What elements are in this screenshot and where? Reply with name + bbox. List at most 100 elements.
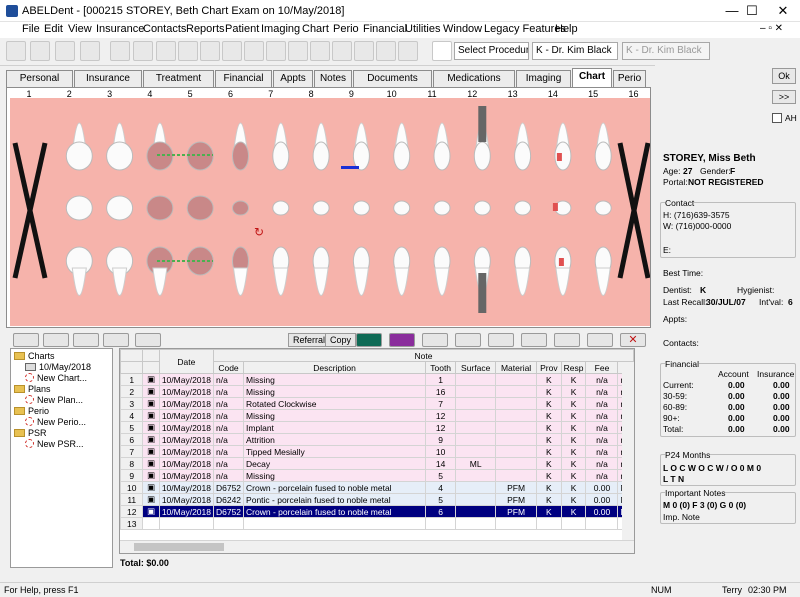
row-document-icon[interactable]: ▣	[142, 505, 160, 518]
row-number[interactable]: 2	[120, 385, 144, 398]
table-row[interactable]: 5▣10/May/2018n/aImplant12KKn/an	[120, 421, 634, 434]
tab-perio[interactable]: Perio	[613, 70, 646, 87]
column-header-material[interactable]: Material	[495, 361, 538, 374]
row-document-icon[interactable]: ▣	[142, 457, 160, 470]
menu-chart[interactable]: Chart	[302, 23, 329, 35]
row-document-icon[interactable]: ▣	[142, 493, 160, 506]
row-number[interactable]: 8	[120, 457, 144, 470]
tree-item-chart[interactable]: 10/May/2018	[25, 362, 91, 372]
tooth-number-7[interactable]: 7	[264, 89, 278, 99]
close-button[interactable]: ✕	[766, 0, 800, 22]
row-document-icon[interactable]: ▣	[142, 421, 160, 434]
procedure-grid[interactable]: Date Note Code Description Tooth Surface Mat…	[119, 348, 635, 554]
row-number[interactable]: 3	[120, 397, 144, 410]
tree-item-folder[interactable]: PSR	[14, 428, 47, 438]
tooth-number-12[interactable]: 12	[465, 89, 479, 99]
table-row[interactable]: 10 ▣ 10/May/2018 D6752 Crown - porcelain fus…	[120, 481, 634, 494]
edit-patient-icon[interactable]	[55, 41, 75, 61]
menu-reports[interactable]: Reports	[186, 23, 225, 35]
ah-checkbox[interactable]	[772, 113, 782, 123]
tooth-number-10[interactable]: 10	[385, 89, 399, 99]
provider-select[interactable]: K - Dr. Kim Black	[532, 42, 618, 60]
edit-tooth-icon[interactable]	[73, 333, 99, 347]
tooth-number-11[interactable]: 11	[425, 89, 439, 99]
dollar-icon[interactable]	[554, 333, 580, 347]
tooth-diagram[interactable]: ↻	[10, 98, 651, 326]
tab-treatment[interactable]: Treatment	[143, 70, 214, 87]
table-row[interactable]: 4▣10/May/2018n/aMissing12KKn/an	[120, 409, 634, 422]
tooth-view-icon[interactable]	[422, 333, 448, 347]
tab-chart[interactable]: Chart	[572, 68, 612, 88]
film-icon[interactable]	[455, 333, 481, 347]
menu-view[interactable]: View	[68, 23, 92, 35]
tab-imaging[interactable]: Imaging	[516, 70, 571, 87]
table-row[interactable]: 11 ▣ 10/May/2018 D6242 Pontic - porcelain fu…	[120, 493, 634, 506]
tree-item-folder[interactable]: Plans	[14, 384, 51, 394]
schedule-icon[interactable]	[178, 41, 198, 61]
lab-icon[interactable]	[376, 41, 396, 61]
row-number[interactable]: 10	[120, 481, 144, 494]
row-document-icon[interactable]: ▣	[142, 373, 160, 386]
menu-imaging[interactable]: Imaging	[261, 23, 300, 35]
tooth-number-9[interactable]: 9	[344, 89, 358, 99]
delete-icon[interactable]: ✕	[620, 333, 646, 347]
referral-button[interactable]: Referral	[288, 333, 331, 347]
tab-notes[interactable]: Notes	[314, 70, 352, 87]
recall-icon[interactable]	[244, 41, 264, 61]
tooth-number-16[interactable]: 16	[627, 89, 641, 99]
column-header-fee[interactable]: Fee	[585, 361, 619, 374]
table-row[interactable]: 8▣10/May/2018n/aDecay14MLKKn/an	[120, 457, 634, 470]
letter-icon[interactable]	[288, 41, 308, 61]
table-row[interactable]: 6▣10/May/2018n/aAttrition9KKn/an	[120, 433, 634, 446]
column-header-surface[interactable]: Surface	[455, 361, 497, 374]
row-number[interactable]: 13	[120, 517, 144, 530]
message-icon[interactable]	[80, 41, 100, 61]
ok-button[interactable]: Ok	[772, 68, 796, 84]
pencil-icon[interactable]	[587, 333, 613, 347]
scroll-thumb[interactable]	[134, 543, 224, 551]
tree-item-new[interactable]: New Chart...	[25, 373, 87, 383]
menu-legacy-features[interactable]: Legacy Features	[484, 23, 566, 35]
table-row[interactable]: 2▣10/May/2018n/aMissing16KKn/an	[120, 385, 634, 398]
row-number[interactable]: 7	[120, 445, 144, 458]
filter-icon[interactable]	[13, 333, 39, 347]
table-row[interactable]: 12 ▣ 10/May/2018 D6752 Crown - porcelain fus…	[120, 505, 634, 518]
row-document-icon[interactable]: ▣	[142, 397, 160, 410]
menu-file[interactable]: File	[22, 23, 40, 35]
row-document-icon[interactable]: ▣	[142, 433, 160, 446]
menu-financial[interactable]: Financial	[363, 23, 407, 35]
numbering-icon[interactable]	[356, 333, 382, 347]
tooth-number-15[interactable]: 15	[586, 89, 600, 99]
row-number[interactable]: 4	[120, 409, 144, 422]
column-header-resp[interactable]: Resp	[560, 361, 587, 374]
maximize-button[interactable]: ☐	[735, 0, 769, 22]
table-row[interactable]: 3▣10/May/2018n/aRotated Clockwise7KKn/an	[120, 397, 634, 410]
column-header-date[interactable]: Date	[158, 349, 214, 374]
tooth-number-5[interactable]: 5	[183, 89, 197, 99]
copy-button[interactable]: Copy	[325, 333, 357, 347]
menu-help[interactable]: Help	[555, 23, 578, 35]
calculator-icon[interactable]	[133, 41, 153, 61]
tooth-select-icon[interactable]	[103, 333, 129, 347]
row-number[interactable]: 6	[120, 433, 144, 446]
document-icon[interactable]	[310, 41, 330, 61]
tooth-number-3[interactable]: 3	[103, 89, 117, 99]
xray-icon[interactable]	[266, 41, 286, 61]
treatment-icon[interactable]	[222, 41, 242, 61]
umbrella-icon[interactable]	[354, 41, 374, 61]
expand-button[interactable]: >>	[772, 90, 796, 104]
column-header-note[interactable]: Note	[212, 349, 634, 362]
tooth-delete-icon[interactable]	[135, 333, 161, 347]
column-header-code[interactable]: Code	[212, 361, 245, 374]
tab-insurance[interactable]: Insurance	[74, 70, 142, 87]
grid-horizontal-scrollbar[interactable]	[120, 540, 634, 553]
column-header-prov[interactable]: Prov	[536, 361, 562, 374]
row-number[interactable]: 1	[120, 373, 144, 386]
row-document-icon[interactable]: ▣	[142, 385, 160, 398]
menu-patient[interactable]: Patient	[225, 23, 259, 35]
menu-window[interactable]: Window	[443, 23, 482, 35]
row-document-icon[interactable]: ▣	[142, 481, 160, 494]
tooth-number-1[interactable]: 1	[22, 89, 36, 99]
perio-icon[interactable]	[389, 333, 415, 347]
dental-chart[interactable]: ↻	[10, 98, 651, 326]
